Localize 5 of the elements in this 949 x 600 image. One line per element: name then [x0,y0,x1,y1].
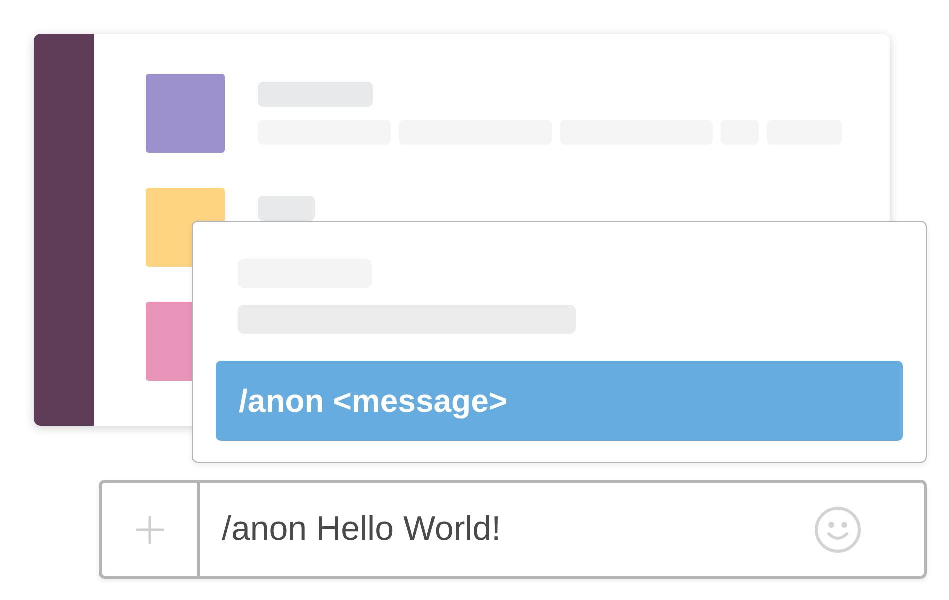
emoji-button[interactable] [814,506,862,554]
smiley-icon [815,506,861,552]
plus-icon [136,516,164,544]
message-composer[interactable]: /anon Hello World! [99,480,927,579]
message-input[interactable]: /anon Hello World! [200,483,814,576]
